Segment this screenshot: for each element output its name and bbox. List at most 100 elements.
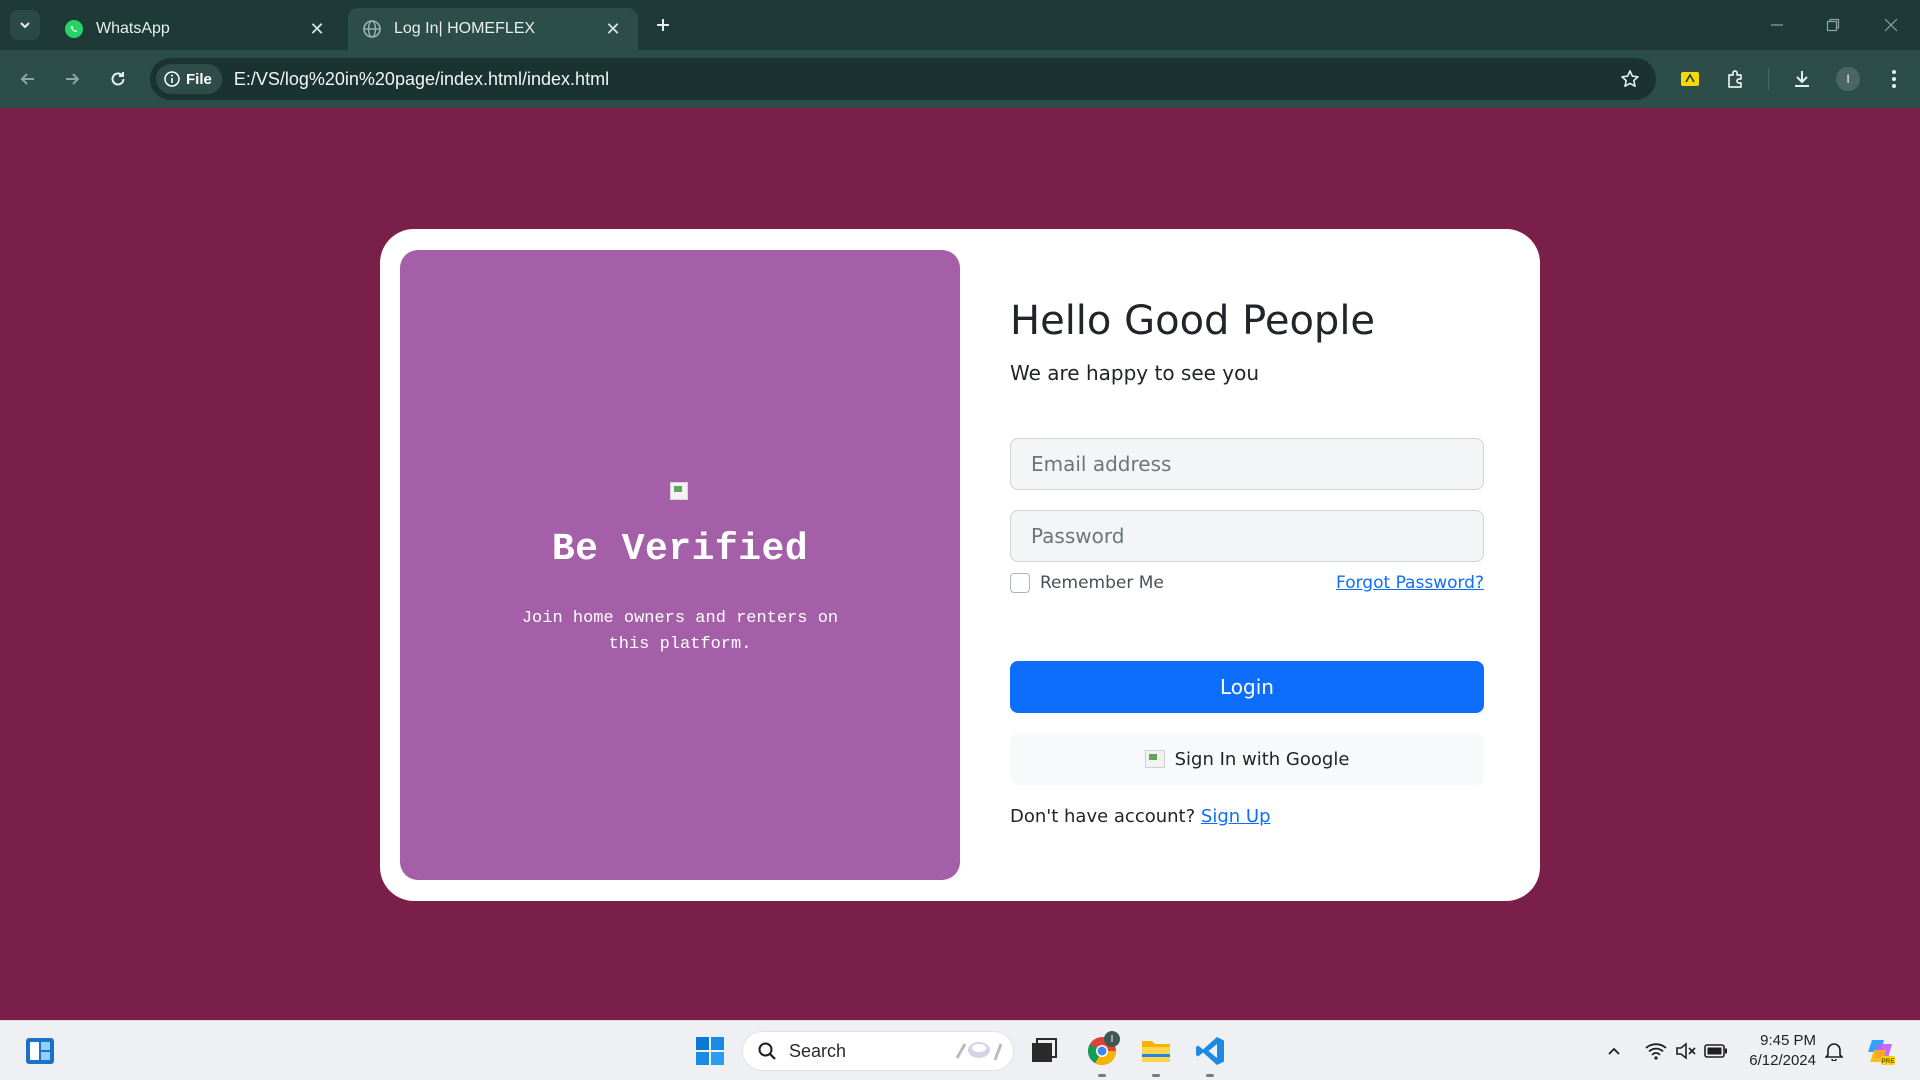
restore-button[interactable] <box>1820 12 1846 38</box>
downloads-button[interactable] <box>1786 63 1818 95</box>
plus-icon <box>657 19 669 31</box>
globe-icon <box>363 20 381 38</box>
tab-whatsapp[interactable]: WhatsApp ✕ <box>50 8 342 50</box>
running-indicator <box>1152 1074 1160 1077</box>
bookmark-star-button[interactable] <box>1612 61 1648 97</box>
notifications-button[interactable] <box>1822 1039 1846 1063</box>
clock-time: 9:45 PM <box>1760 1032 1816 1049</box>
google-sign-in-label: Sign In with Google <box>1174 748 1350 770</box>
copilot-button[interactable]: PRE <box>1860 1031 1900 1071</box>
whatsapp-icon <box>65 20 83 38</box>
site-info-chip[interactable]: File <box>156 64 222 94</box>
battery-icon <box>1704 1044 1727 1058</box>
close-window-button[interactable] <box>1878 12 1904 38</box>
hero-title: Be Verified <box>551 528 809 571</box>
taskbar: Search I 9:45 PM 6/12/2024 PRE <box>0 1020 1920 1080</box>
tab-close-icon[interactable]: ✕ <box>306 18 328 40</box>
windows-logo-icon <box>696 1037 724 1065</box>
page-subtitle: We are happy to see you <box>1010 361 1260 385</box>
signup-prompt-text: Don't have account? <box>1010 806 1196 827</box>
widgets-icon <box>26 1038 54 1064</box>
puzzle-icon <box>1728 70 1742 88</box>
widgets-button[interactable] <box>20 1031 60 1071</box>
arrow-left-icon <box>20 73 34 85</box>
forward-button[interactable] <box>56 63 88 95</box>
remember-me[interactable]: Remember Me <box>1010 573 1164 593</box>
reload-button[interactable] <box>102 63 134 95</box>
site-chip-label: File <box>186 70 212 88</box>
chevron-down-icon <box>20 22 30 29</box>
chrome-profile-badge: I <box>1104 1031 1120 1047</box>
remember-me-checkbox[interactable] <box>1010 573 1030 593</box>
tab-close-icon[interactable]: ✕ <box>602 18 624 40</box>
arrow-right-icon <box>66 73 80 85</box>
broken-image-icon <box>1144 750 1165 768</box>
svg-text:PRE: PRE <box>1881 1058 1895 1065</box>
wifi-icon <box>1645 1043 1667 1060</box>
extension-button[interactable] <box>1674 63 1706 95</box>
email-field[interactable] <box>1010 438 1484 490</box>
browser-toolbar: File E:/VS/log%20in%20page/index.html/in… <box>0 50 1920 108</box>
login-button[interactable]: Login <box>1010 661 1484 713</box>
hero-subtitle: Join home owners and renters on this pla… <box>521 609 839 654</box>
clock-date: 6/12/2024 <box>1749 1052 1816 1069</box>
tab-title: Log In| HOMEFLEX <box>394 20 536 37</box>
taskbar-vscode[interactable] <box>1190 1031 1230 1071</box>
profile-button[interactable]: I <box>1832 63 1864 95</box>
url-text[interactable]: E:/VS/log%20in%20page/index.html/index.h… <box>234 69 1612 90</box>
info-icon <box>164 71 180 87</box>
reload-icon <box>111 72 125 86</box>
remember-me-label: Remember Me <box>1040 573 1164 593</box>
extensions-menu-button[interactable] <box>1720 63 1752 95</box>
tab-title: WhatsApp <box>96 20 170 37</box>
extension-badge-icon <box>1681 72 1699 86</box>
kebab-menu-icon <box>1892 70 1896 88</box>
search-highlight-icon <box>955 1042 1003 1061</box>
system-clock[interactable]: 9:45 PM 6/12/2024 <box>1736 1031 1816 1071</box>
taskbar-chrome[interactable]: I <box>1082 1031 1122 1071</box>
new-tab-button[interactable] <box>650 12 676 38</box>
broken-image-icon <box>670 482 688 500</box>
tab-login-homeflex[interactable]: Log In| HOMEFLEX ✕ <box>348 8 638 50</box>
page-title: Hello Good People <box>1010 298 1376 344</box>
back-button[interactable] <box>12 63 44 95</box>
minimize-icon <box>1771 24 1783 26</box>
profile-avatar: I <box>1836 67 1860 91</box>
forgot-password-link[interactable]: Forgot Password? <box>1336 573 1484 593</box>
password-field[interactable] <box>1010 510 1484 562</box>
minimize-button[interactable] <box>1764 12 1790 38</box>
hero-panel: Be Verified Join home owners and renters… <box>400 250 960 880</box>
show-hidden-icons-button[interactable] <box>1602 1039 1626 1063</box>
chevron-up-icon <box>1608 1047 1620 1055</box>
volume-button[interactable] <box>1674 1039 1698 1063</box>
restore-icon <box>1826 18 1840 32</box>
task-view-button[interactable] <box>1024 1031 1064 1071</box>
tab-search-button[interactable] <box>10 10 40 40</box>
bell-icon <box>1825 1043 1843 1061</box>
running-indicator <box>1098 1074 1106 1077</box>
browser-tab-strip: WhatsApp ✕ Log In| HOMEFLEX ✕ <box>0 0 1920 50</box>
login-form: Hello Good People We are happy to see yo… <box>1010 229 1484 901</box>
browser-menu-button[interactable] <box>1878 63 1910 95</box>
task-view-icon <box>1032 1038 1057 1062</box>
google-sign-in-button[interactable]: Sign In with Google <box>1010 733 1484 785</box>
folder-icon <box>1142 1041 1170 1062</box>
toolbar-separator <box>1768 68 1769 90</box>
download-icon <box>1795 71 1809 87</box>
close-icon <box>1884 18 1898 32</box>
taskbar-search[interactable]: Search <box>742 1031 1014 1071</box>
sign-up-link[interactable]: Sign Up <box>1201 806 1271 827</box>
battery-button[interactable] <box>1704 1039 1728 1063</box>
volume-muted-icon <box>1676 1042 1696 1060</box>
vscode-icon <box>1196 1037 1224 1065</box>
login-card: Be Verified Join home owners and renters… <box>380 229 1540 901</box>
copilot-icon: PRE <box>1868 1040 1895 1065</box>
wifi-button[interactable] <box>1644 1039 1668 1063</box>
taskbar-file-explorer[interactable] <box>1136 1031 1176 1071</box>
taskbar-search-label: Search <box>789 1040 847 1061</box>
star-icon <box>1621 70 1639 87</box>
address-bar[interactable]: File E:/VS/log%20in%20page/index.html/in… <box>150 58 1656 100</box>
running-indicator <box>1206 1074 1214 1077</box>
search-icon <box>758 1042 776 1060</box>
start-button[interactable] <box>690 1031 730 1071</box>
